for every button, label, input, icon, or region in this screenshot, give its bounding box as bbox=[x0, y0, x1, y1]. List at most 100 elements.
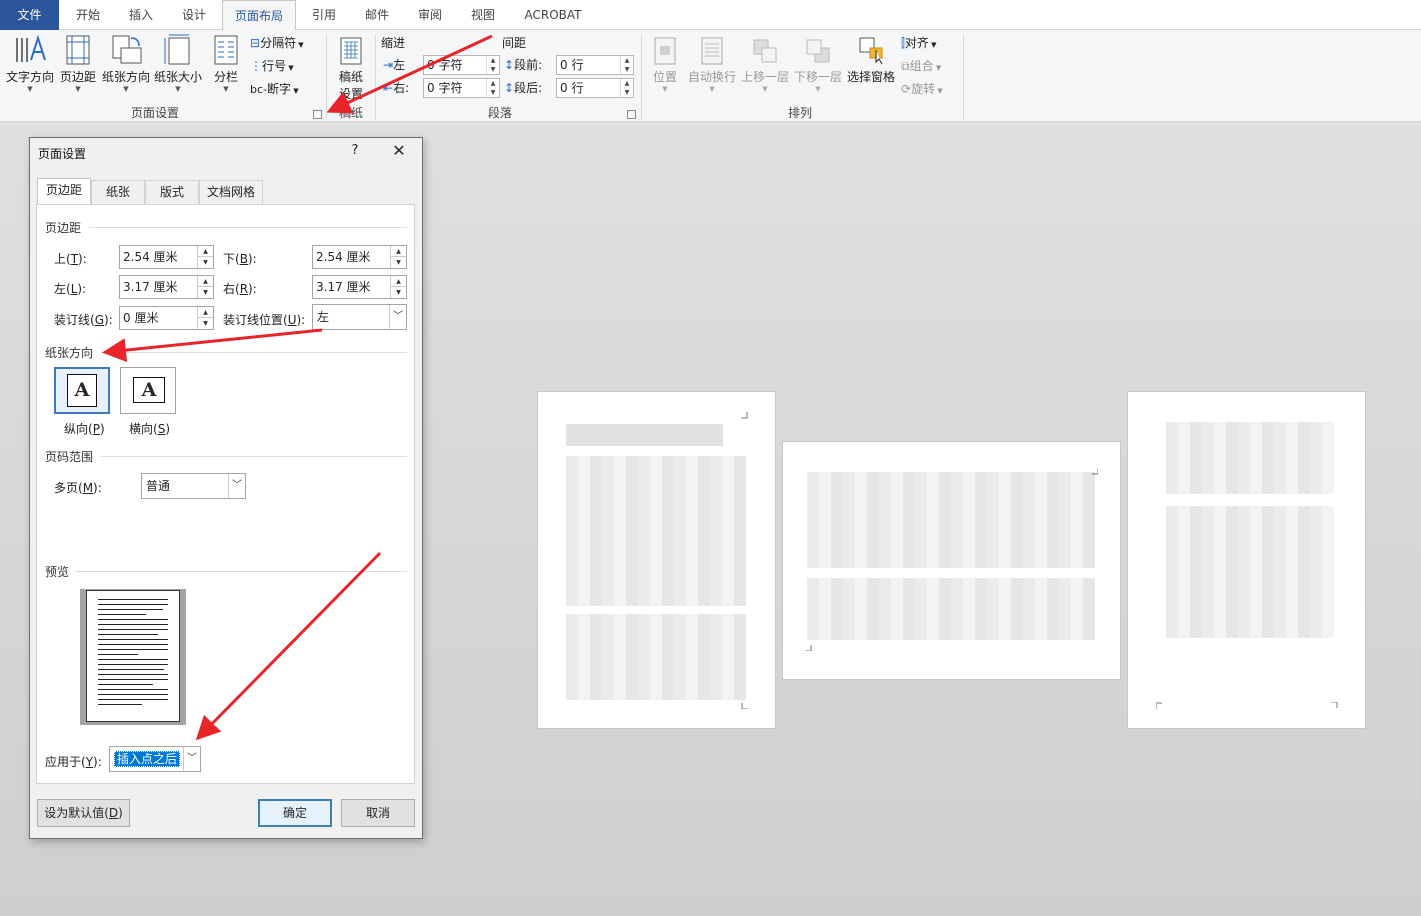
paper-size-icon bbox=[164, 34, 190, 65]
divider bbox=[75, 571, 407, 572]
document-page-2[interactable] bbox=[782, 441, 1121, 680]
blurred-content bbox=[566, 456, 746, 606]
tab-paper[interactable]: 纸张 bbox=[91, 180, 145, 204]
page-setup-dialog-launcher[interactable] bbox=[313, 110, 322, 119]
tab-view[interactable]: 视图 bbox=[457, 0, 509, 30]
line-numbers-icon: ⋮ bbox=[250, 59, 262, 73]
chevron-down-icon[interactable]: ﹀ bbox=[389, 305, 406, 329]
corner-mark bbox=[1156, 702, 1162, 709]
help-icon[interactable]: ? bbox=[348, 143, 362, 158]
manuscript-settings-button[interactable]: 稿纸 设置 bbox=[333, 36, 369, 102]
preview-page bbox=[86, 590, 180, 722]
indent-title: 缩进 bbox=[381, 36, 406, 50]
paragraph-group-label: 段落 bbox=[487, 106, 512, 120]
indent-left-input[interactable]: 0 字符 ▲ ▼ bbox=[423, 55, 500, 75]
right-margin-input[interactable]: 3.17 厘米 ▲ ▼ bbox=[312, 275, 407, 299]
spacing-after-label: ↕段后: bbox=[504, 81, 543, 95]
multiple-pages-label: 多页(M): bbox=[54, 481, 102, 495]
chevron-down-icon[interactable]: ﹀ bbox=[183, 747, 200, 771]
indent-right-input[interactable]: 0 字符 ▲ ▼ bbox=[423, 78, 500, 98]
landscape-page-icon: A bbox=[133, 377, 165, 403]
gutter-input[interactable]: 0 厘米 ▲ ▼ bbox=[119, 306, 214, 330]
left-margin-input[interactable]: 3.17 厘米 ▲ ▼ bbox=[119, 275, 214, 299]
tab-mailings[interactable]: 邮件 bbox=[351, 0, 403, 30]
spacing-before-icon: ↕ bbox=[504, 58, 515, 72]
columns-button[interactable]: 分栏 ▼ bbox=[210, 34, 242, 93]
send-backward-button[interactable]: 下移一层 ▼ bbox=[793, 36, 843, 93]
preview-section-title: 预览 bbox=[45, 565, 70, 579]
rotate-icon: ⟳ bbox=[901, 82, 912, 96]
bring-forward-button[interactable]: 上移一层 ▼ bbox=[740, 36, 790, 93]
blurred-content bbox=[566, 614, 746, 700]
rotate-button[interactable]: ⟳旋转 ▼ bbox=[901, 79, 943, 99]
apply-to-select[interactable]: 插入点之后 ﹀ bbox=[109, 746, 201, 772]
bottom-margin-input[interactable]: 2.54 厘米 ▲ ▼ bbox=[312, 245, 407, 269]
cancel-button[interactable]: 取消 bbox=[341, 799, 415, 827]
orientation-button[interactable]: 纸张方向 ▼ bbox=[100, 34, 152, 93]
tab-insert[interactable]: 插入 bbox=[115, 0, 167, 30]
top-margin-input[interactable]: 2.54 厘米 ▲ ▼ bbox=[119, 245, 214, 269]
selection-pane-button[interactable]: 选择窗格 bbox=[846, 36, 896, 85]
divider bbox=[101, 456, 407, 457]
position-icon bbox=[654, 37, 676, 65]
margins-panel: 页边距 上(T): 2.54 厘米 ▲ ▼ 下(B): 2.54 厘米 ▲ ▼ 左(L)… bbox=[36, 204, 415, 784]
group-button[interactable]: ⧉组合 ▼ bbox=[901, 56, 941, 76]
blurred-content bbox=[807, 578, 1095, 640]
portrait-page-icon: A bbox=[67, 374, 97, 407]
tab-references[interactable]: 引用 bbox=[298, 0, 350, 30]
gutter-position-select[interactable]: 左 ﹀ bbox=[312, 304, 407, 330]
group-icon: ⧉ bbox=[901, 59, 910, 73]
chevron-down-icon[interactable]: ﹀ bbox=[228, 474, 245, 498]
margins-icon bbox=[66, 35, 90, 65]
separator bbox=[326, 34, 327, 120]
hyphenation-icon: bc- bbox=[250, 83, 267, 96]
margins-button[interactable]: 页边距 ▼ bbox=[58, 34, 98, 93]
page-setup-group-label: 页面设置 bbox=[130, 106, 179, 120]
spacing-after-input[interactable]: 0 行 ▲ ▼ bbox=[556, 78, 634, 98]
close-icon[interactable]: ✕ bbox=[390, 141, 408, 160]
document-page-3[interactable] bbox=[1127, 391, 1366, 729]
paragraph-dialog-launcher[interactable] bbox=[627, 110, 636, 119]
line-numbers-button[interactable]: ⋮行号 ▼ bbox=[250, 56, 294, 76]
tab-page-layout[interactable]: 页面布局 bbox=[222, 0, 296, 31]
portrait-button[interactable]: A bbox=[54, 367, 110, 414]
multiple-pages-select[interactable]: 普通 ﹀ bbox=[141, 473, 246, 499]
align-button[interactable]: ⫿对齐 ▼ bbox=[901, 33, 936, 53]
pages-section-title: 页码范围 bbox=[45, 450, 94, 464]
tab-review[interactable]: 审阅 bbox=[404, 0, 456, 30]
apply-to-label: 应用于(Y): bbox=[45, 755, 102, 769]
tab-home[interactable]: 开始 bbox=[62, 0, 114, 30]
portrait-label: 纵向(P) bbox=[64, 422, 105, 436]
page-setup-dialog: 页面设置 ? ✕ 页边距 纸张 版式 文档网格 页边距 页边距 上(T): 2.… bbox=[29, 137, 423, 839]
breaks-button[interactable]: ⊟分隔符 ▼ bbox=[250, 33, 304, 53]
hyphenation-button[interactable]: bc-断字 ▼ bbox=[250, 79, 299, 99]
wrap-text-icon bbox=[701, 37, 723, 65]
indent-right-label: ⇤右: bbox=[383, 81, 410, 95]
indent-right-icon: ⇤ bbox=[383, 81, 394, 95]
separator bbox=[641, 34, 642, 120]
divider bbox=[101, 352, 407, 353]
set-as-default-button[interactable]: 设为默认值(D) bbox=[37, 799, 130, 827]
columns-icon bbox=[214, 35, 238, 65]
spacing-before-input[interactable]: 0 行 ▲ ▼ bbox=[556, 55, 634, 75]
tab-layout[interactable]: 版式 bbox=[145, 180, 199, 204]
arrange-group-label: 排列 bbox=[787, 106, 812, 120]
tab-design[interactable]: 设计 bbox=[168, 0, 220, 30]
text-direction-icon bbox=[16, 34, 46, 62]
tab-margins-active[interactable]: 页边距 bbox=[37, 178, 91, 205]
tab-acrobat[interactable]: ACROBAT bbox=[513, 0, 593, 30]
ribbon-tab-bar: 文件 开始 插入 设计 页面布局 引用 邮件 审阅 视图 ACROBAT bbox=[0, 0, 1421, 31]
landscape-button[interactable]: A bbox=[120, 367, 176, 414]
text-direction-button[interactable]: 文字方向 ▼ bbox=[4, 34, 56, 93]
tab-file[interactable]: 文件 bbox=[0, 0, 59, 30]
wrap-text-button[interactable]: 自动换行 ▼ bbox=[687, 36, 737, 93]
orientation-section-title: 纸张方向 bbox=[45, 346, 94, 360]
position-button[interactable]: 位置 ▼ bbox=[648, 36, 682, 93]
ok-button[interactable]: 确定 bbox=[258, 799, 332, 827]
corner-mark bbox=[741, 703, 748, 709]
tab-document-grid[interactable]: 文档网格 bbox=[199, 180, 263, 204]
size-button[interactable]: 纸张大小 ▼ bbox=[153, 34, 203, 93]
document-page-1[interactable] bbox=[537, 391, 776, 729]
gutter-position-label: 装订线位置(U): bbox=[223, 313, 306, 327]
indent-left-icon: ⇥ bbox=[383, 58, 394, 72]
